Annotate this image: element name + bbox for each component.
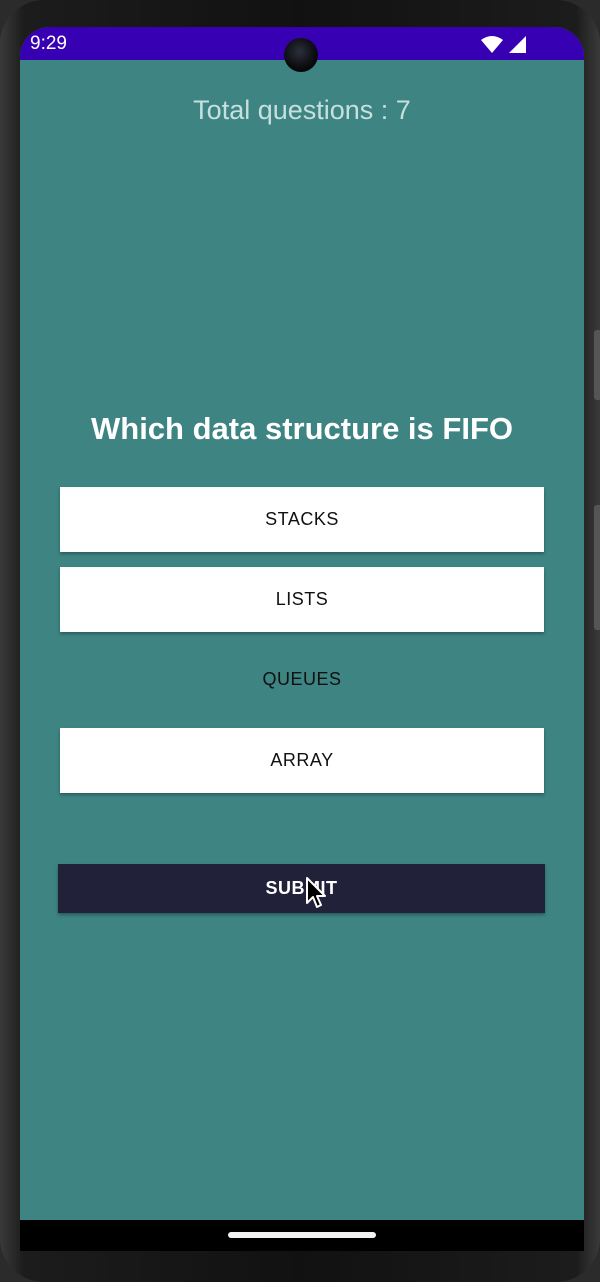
- option-queues-button[interactable]: QUEUES: [60, 647, 544, 712]
- option-lists-button[interactable]: LISTS: [60, 567, 544, 632]
- navigation-bar: [20, 1220, 584, 1251]
- option-array-button[interactable]: ARRAY: [60, 728, 544, 793]
- signal-icon: [509, 36, 526, 53]
- wifi-icon: [481, 36, 503, 53]
- home-indicator[interactable]: [228, 1232, 376, 1238]
- option-stacks-button[interactable]: STACKS: [60, 487, 544, 552]
- submit-button[interactable]: SUBMIT: [58, 864, 545, 913]
- status-icons: [481, 35, 526, 53]
- power-button: [594, 330, 600, 400]
- total-questions-label: Total questions : 7: [193, 95, 411, 125]
- question-text: Which data structure is FIFO: [91, 411, 513, 446]
- front-camera: [284, 38, 318, 72]
- volume-button: [594, 505, 600, 630]
- status-time: 9:29: [30, 33, 67, 54]
- app-screen: 9:29 Total questions : 7 Which data stru…: [20, 27, 584, 1251]
- mouse-cursor-icon: [305, 876, 327, 915]
- phone-frame: 9:29 Total questions : 7 Which data stru…: [0, 0, 600, 1282]
